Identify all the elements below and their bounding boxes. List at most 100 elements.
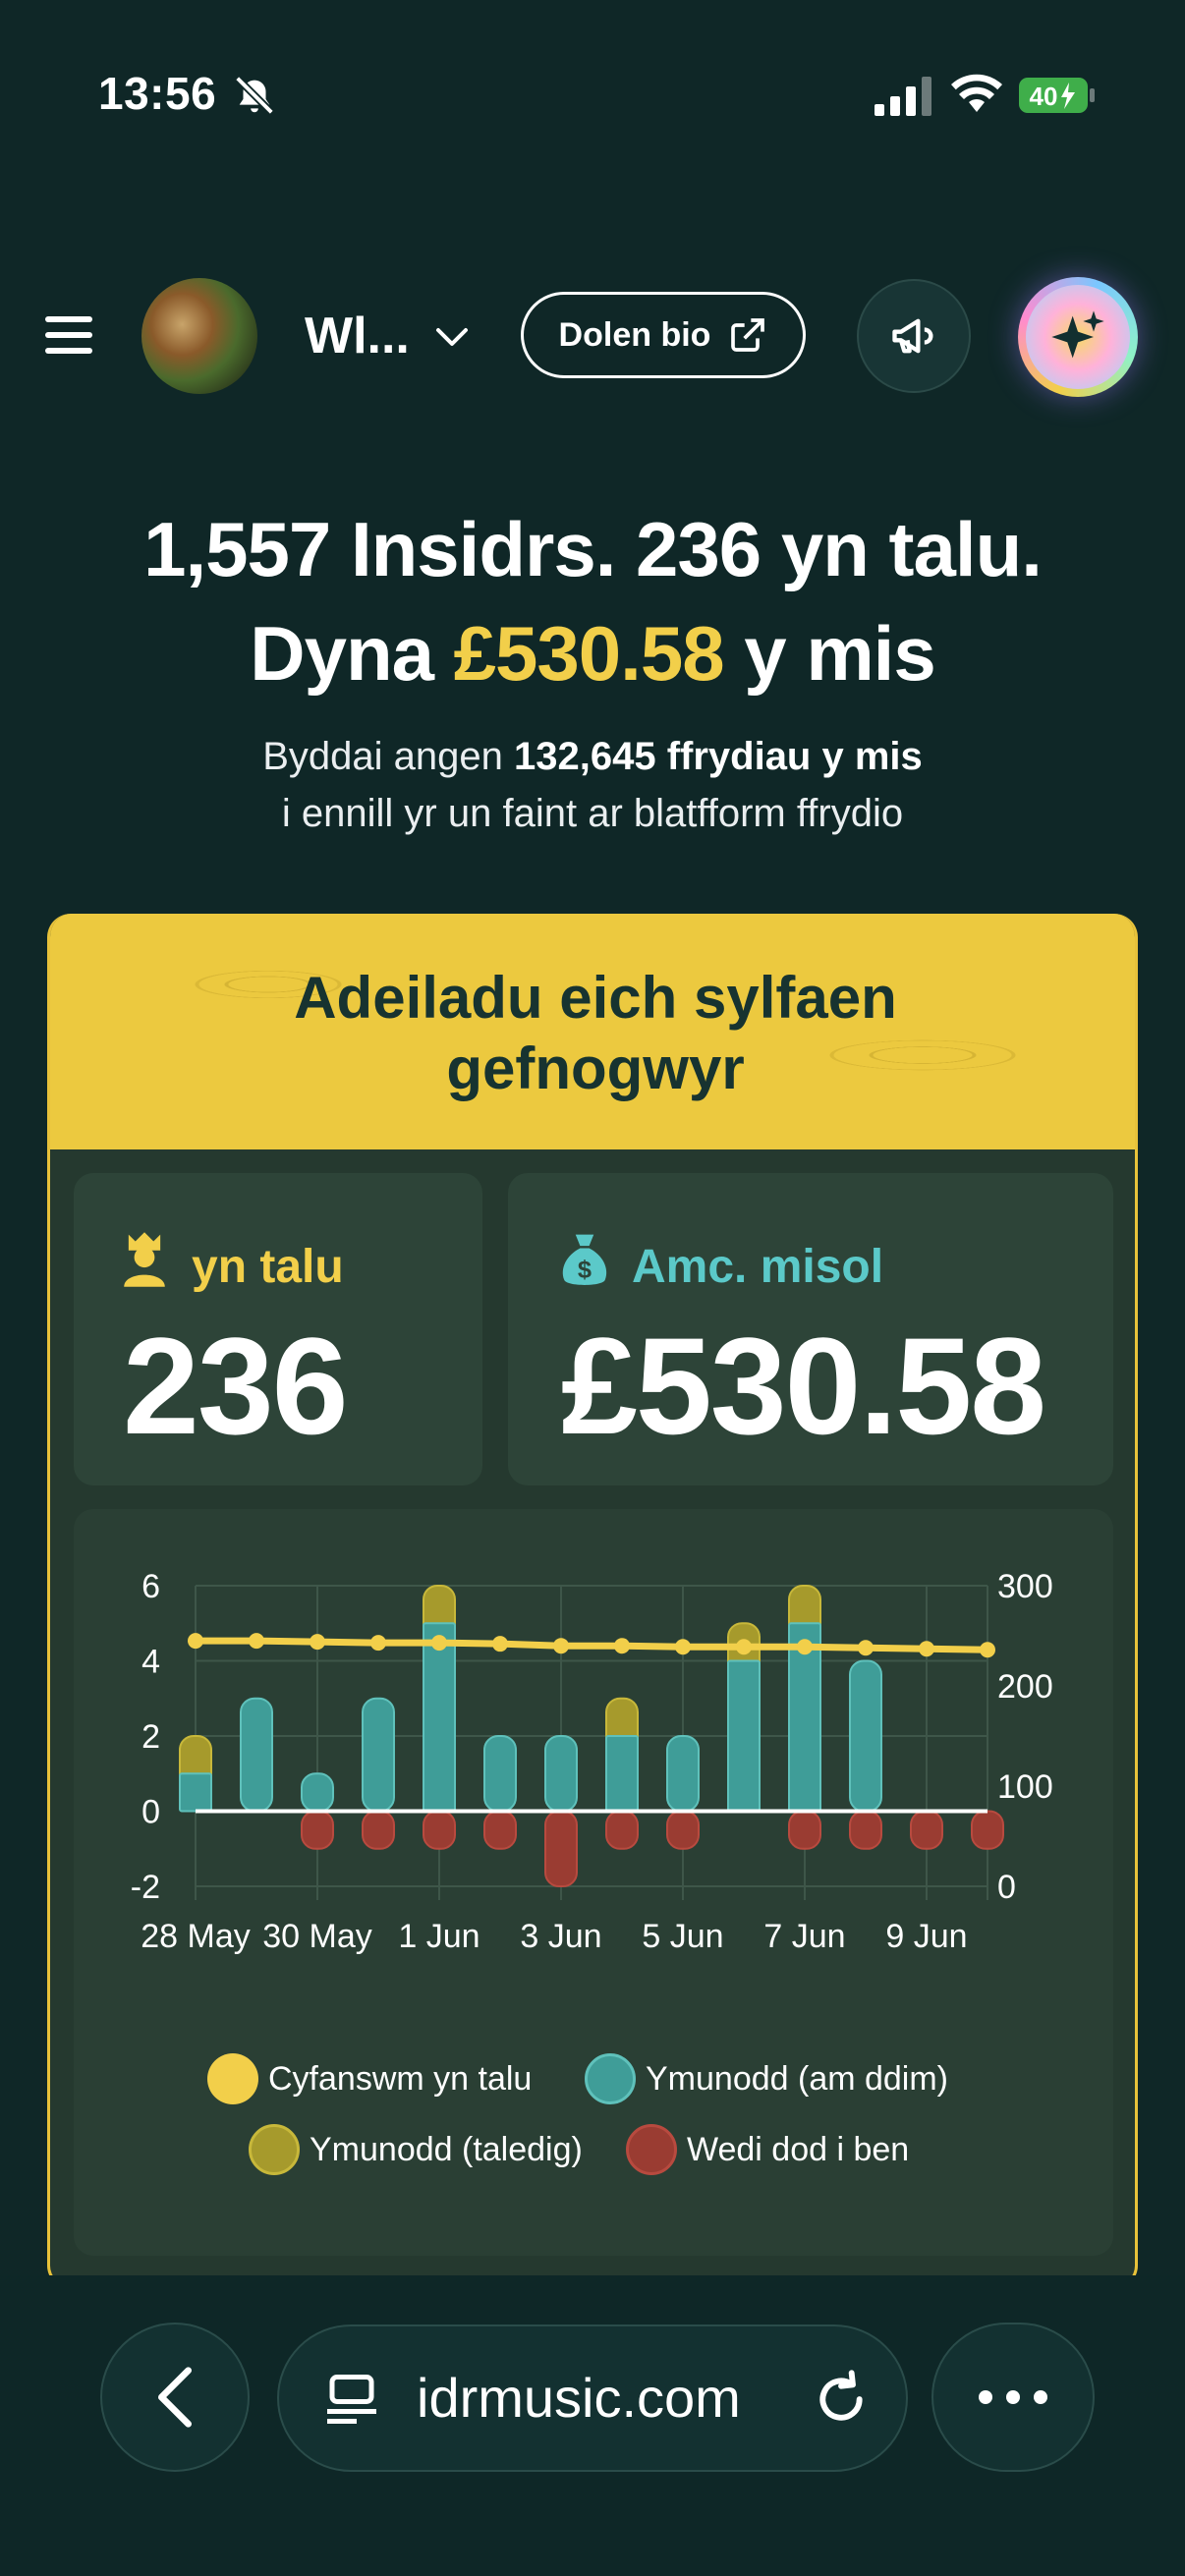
x-axis-tick: 7 Jun — [763, 1918, 845, 1955]
status-time: 13:56 — [98, 68, 217, 119]
more-options-button[interactable] — [931, 2323, 1095, 2472]
legend-swatch-total — [207, 2053, 258, 2104]
bar-free — [483, 1735, 517, 1813]
point-total-paying — [310, 1634, 325, 1651]
x-axis-tick: 5 Jun — [642, 1918, 723, 1955]
bar-free — [362, 1697, 395, 1813]
right-axis-tick: 0 — [997, 1869, 1016, 1906]
more-dots-icon — [979, 2390, 1047, 2404]
address-bar[interactable]: idrmusic.com — [277, 2324, 908, 2472]
back-button[interactable] — [100, 2323, 250, 2472]
x-axis-tick: 9 Jun — [885, 1918, 967, 1955]
bar-ended — [362, 1810, 395, 1850]
card-title: Adeiladu eich sylfaen gefnogwyr — [50, 963, 1135, 1104]
legend-swatch-free — [585, 2053, 636, 2104]
avatar[interactable] — [141, 278, 257, 394]
legend-item-total[interactable]: Cyfanswm yn talu — [207, 2053, 532, 2104]
point-total-paying — [249, 1633, 264, 1650]
bar-ended — [605, 1810, 639, 1850]
legend-label-total: Cyfanswm yn talu — [268, 2059, 533, 2098]
point-total-paying — [858, 1640, 874, 1656]
legend-item-free[interactable]: Ymunodd (am ddim) — [585, 2053, 948, 2104]
megaphone-icon — [892, 318, 933, 354]
bar-free — [544, 1735, 578, 1813]
fanbase-card: Adeiladu eich sylfaen gefnogwyr yn talu … — [47, 914, 1138, 2289]
chevron-down-icon[interactable] — [432, 320, 472, 352]
hamburger-menu-icon[interactable] — [43, 312, 96, 358]
ai-sparkle-button[interactable] — [1018, 277, 1138, 397]
point-total-paying — [980, 1642, 995, 1658]
battery-icon: 40 — [1018, 77, 1097, 114]
legend-swatch-paid — [249, 2124, 300, 2175]
headline-prefix: Dyna — [250, 610, 454, 697]
legend-label-free: Ymunodd (am ddim) — [646, 2059, 949, 2098]
headline-suffix: y mis — [723, 610, 935, 697]
bar-free — [423, 1622, 456, 1813]
bar-ended — [483, 1810, 517, 1850]
bar-ended — [423, 1810, 456, 1850]
point-total-paying — [614, 1638, 630, 1654]
reader-mode-icon[interactable] — [322, 2370, 381, 2429]
bar-free — [301, 1772, 334, 1813]
headline-insiders: 1,557 Insidrs. 236 yn talu. — [143, 506, 1043, 592]
headline-monthly: Dyna £530.58 y mis — [0, 615, 1185, 692]
bar-ended — [301, 1810, 334, 1850]
bar-ended — [788, 1810, 821, 1850]
streams-explainer: i ennill yr un faint ar blatfform ffrydi… — [281, 792, 904, 835]
card-title-line1: Adeiladu eich sylfaen — [294, 965, 897, 1031]
account-name[interactable]: Wl... — [305, 307, 410, 365]
fanbase-chart: 6 4 2 0 -2 300 200 100 0 28 May 30 May 1 Jun 3 Jun 5 … — [74, 1509, 1113, 2256]
bar-ended — [666, 1810, 700, 1850]
x-axis-tick: 3 Jun — [520, 1918, 601, 1955]
point-total-paying — [492, 1636, 508, 1652]
external-link-icon — [731, 318, 765, 352]
bar-free — [849, 1659, 882, 1813]
point-total-paying — [188, 1633, 203, 1650]
bar-free — [605, 1735, 639, 1813]
point-total-paying — [919, 1641, 934, 1657]
bar-free — [240, 1697, 273, 1813]
left-axis-tick: 2 — [141, 1718, 160, 1756]
streams-comparison: Byddai angen 132,645 ffrydiau y mis — [0, 735, 1185, 779]
bar-free — [179, 1772, 212, 1813]
legend-label-paid: Ymunodd (taledig) — [310, 2130, 583, 2168]
signal-icon — [875, 77, 931, 116]
left-axis-tick: -2 — [131, 1869, 160, 1906]
streams-prefix: Byddai angen — [262, 735, 514, 778]
monthly-estimate-label: Amc. misol — [632, 1241, 884, 1293]
chart-svg: 6 4 2 0 -2 300 200 100 0 28 May 30 May 1 Jun 3 Jun 5 … — [131, 1568, 1053, 1955]
point-total-paying — [431, 1635, 447, 1652]
paying-value: 236 — [123, 1309, 349, 1463]
bar-free — [666, 1735, 700, 1813]
point-total-paying — [797, 1639, 813, 1655]
svg-text:$: $ — [578, 1256, 592, 1283]
legend-item-paid[interactable]: Ymunodd (taledig) — [249, 2124, 583, 2175]
legend-swatch-ended — [626, 2124, 677, 2175]
money-bag-icon: $ — [562, 1234, 607, 1285]
streams-count: 132,645 ffrydiau y mis — [513, 735, 923, 778]
sparkle-icon — [1051, 310, 1104, 359]
announcement-button[interactable] — [857, 279, 971, 393]
legend-label-ended: Wedi dod i ben — [687, 2130, 910, 2168]
point-total-paying — [553, 1638, 569, 1654]
crown-user-icon — [124, 1232, 165, 1287]
x-axis-tick: 28 May — [141, 1918, 251, 1955]
point-total-paying — [736, 1639, 752, 1655]
left-axis-tick: 6 — [141, 1568, 160, 1605]
url-text[interactable]: idrmusic.com — [417, 2366, 741, 2430]
chevron-left-icon — [157, 2367, 193, 2428]
reload-icon[interactable] — [810, 2368, 873, 2431]
x-axis-tick: 30 May — [262, 1918, 372, 1955]
legend-item-ended[interactable]: Wedi dod i ben — [626, 2124, 909, 2175]
bar-ended — [971, 1810, 1004, 1850]
point-total-paying — [675, 1639, 691, 1655]
bar-ended — [544, 1810, 578, 1887]
bell-muted-icon — [235, 76, 274, 115]
bar-ended — [910, 1810, 943, 1850]
headline-amount: £530.58 — [453, 610, 725, 697]
bio-link-button[interactable]: Dolen bio — [521, 292, 806, 378]
bar-ended — [849, 1810, 882, 1850]
right-axis-tick: 200 — [997, 1668, 1053, 1706]
bio-link-label: Dolen bio — [558, 315, 711, 354]
x-axis-tick: 1 Jun — [398, 1918, 480, 1955]
